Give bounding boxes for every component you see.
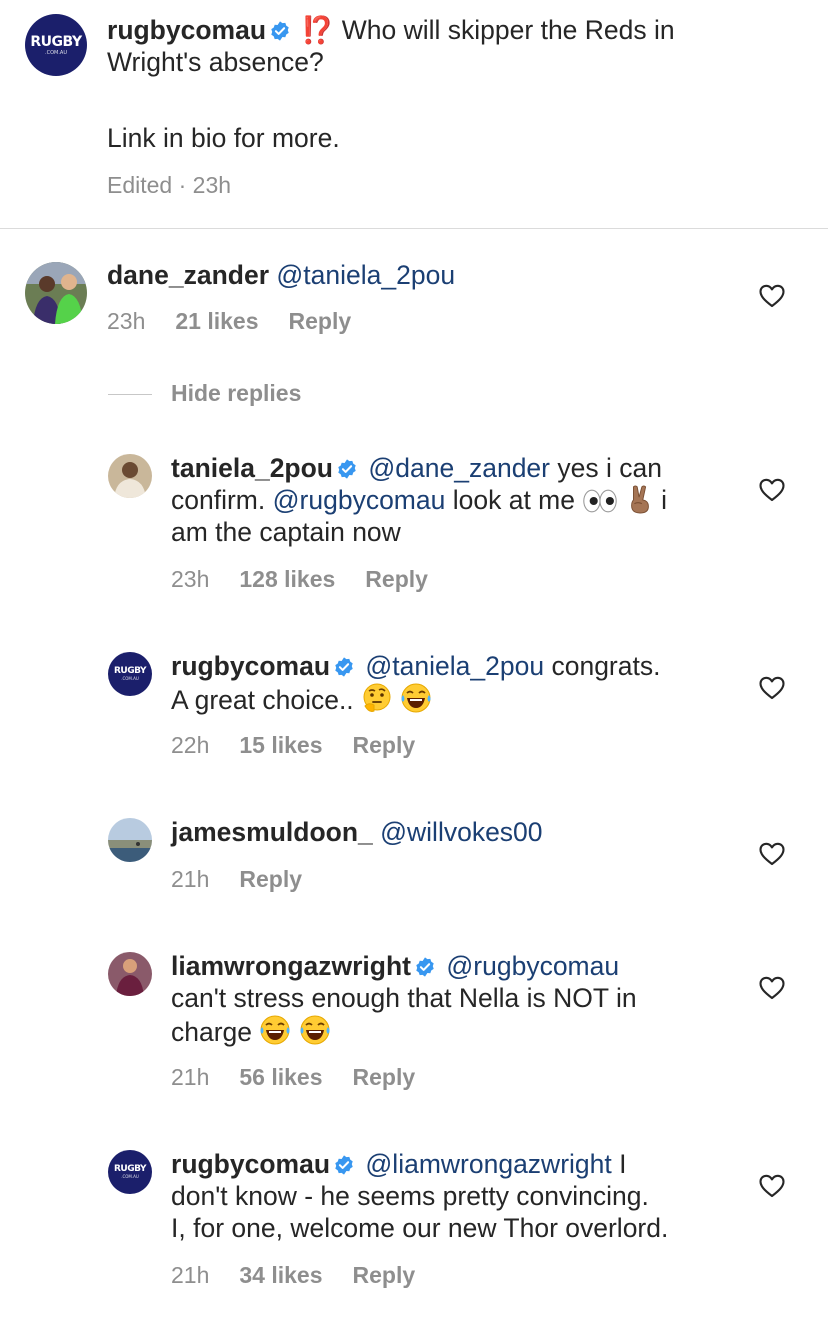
reply-text: rugbycomau @taniela_2pou congrats. A gre…: [171, 650, 731, 716]
mention-link[interactable]: @dane_zander: [368, 453, 550, 483]
like-heart-icon[interactable]: [759, 976, 785, 1000]
thinking-emoji-icon: [361, 682, 393, 714]
reply-username[interactable]: taniela_2pou: [171, 453, 333, 483]
caption-avatar[interactable]: RUGBY .COM.AU: [25, 14, 87, 76]
avatar-logo-text: RUGBY: [113, 666, 147, 676]
avatar-logo-text: RUGBY: [30, 33, 82, 50]
comment-time: 23h: [107, 308, 146, 334]
player-photo-icon: [108, 952, 152, 996]
reply-meta: 21h 56 likes Reply: [171, 1064, 445, 1091]
like-heart-icon[interactable]: [759, 1174, 785, 1198]
reply-button[interactable]: Reply: [365, 566, 428, 592]
laughing-emoji-icon: [299, 1014, 331, 1046]
reply-button[interactable]: Reply: [289, 308, 352, 334]
like-heart-icon[interactable]: [759, 676, 785, 700]
mention-link[interactable]: @liamwrongazwright: [365, 1149, 611, 1179]
reply-text: liamwrongazwright @rugbycomau can't stre…: [171, 950, 741, 1048]
mention-link[interactable]: @rugbycomau: [273, 485, 446, 515]
mention-link[interactable]: @taniela_2pou: [365, 651, 544, 681]
avatar-rugbycomau[interactable]: RUGBY .COM.AU: [108, 1150, 152, 1194]
reply-text: taniela_2pou @dane_zander yes i can conf…: [171, 452, 731, 548]
like-heart-icon[interactable]: [759, 284, 785, 308]
landscape-photo-icon: [108, 818, 152, 862]
avatar-logo-text: RUGBY: [113, 1164, 147, 1174]
reply-text: rugbycomau @liamwrongazwright I don't kn…: [171, 1148, 751, 1244]
like-heart-icon[interactable]: [759, 478, 785, 502]
verified-icon: [333, 1154, 355, 1176]
likes-count[interactable]: 34 likes: [239, 1262, 322, 1288]
avatar-liamwrongazwright[interactable]: [108, 952, 152, 996]
reply-time: 22h: [171, 732, 210, 758]
reply-text-part: don't know - he seems pretty convincing.: [171, 1181, 649, 1211]
avatar-logo-subtext: .COM.AU: [121, 676, 139, 681]
likes-count[interactable]: 21 likes: [175, 308, 258, 334]
reply-text-part: congrats.: [551, 651, 661, 681]
avatar-jamesmuldoon[interactable]: [108, 818, 152, 862]
player-photo-icon: [25, 262, 87, 324]
verified-icon: [414, 956, 436, 978]
avatar-dane-zander[interactable]: [25, 262, 87, 324]
verified-icon: [336, 458, 358, 480]
caption-username[interactable]: rugbycomau: [107, 15, 266, 45]
reply-button[interactable]: Reply: [353, 732, 416, 758]
verified-icon: [333, 656, 355, 678]
avatar-logo-subtext: .COM.AU: [45, 49, 67, 56]
reply-text-part: am the captain now: [171, 517, 401, 547]
reply-meta: 23h 128 likes Reply: [171, 566, 458, 593]
caption-line3: Link in bio for more.: [107, 123, 340, 153]
comment-meta: 23h 21 likes Reply: [107, 308, 381, 335]
comment-username[interactable]: dane_zander: [107, 260, 269, 290]
caption-line1: Who will skipper the Reds in: [341, 15, 675, 45]
hide-replies-button[interactable]: Hide replies: [171, 380, 301, 407]
caption-meta: Edited · 23h: [107, 172, 232, 198]
interrobang-emoji-icon: ⁉️: [301, 15, 335, 45]
reply-text-part: I: [619, 1149, 627, 1179]
reply-time: 21h: [171, 866, 210, 892]
mention-link[interactable]: @taniela_2pou: [276, 260, 455, 290]
avatar-rugbycomau[interactable]: RUGBY .COM.AU: [108, 652, 152, 696]
reply-meta: 22h 15 likes Reply: [171, 732, 445, 759]
reply-text-part: I, for one, welcome our new Thor overlor…: [171, 1213, 669, 1243]
avatar-logo-subtext: .COM.AU: [121, 1174, 139, 1179]
reply-text-part: A great choice..: [171, 685, 354, 715]
reply-button[interactable]: Reply: [353, 1262, 416, 1288]
reply-username[interactable]: rugbycomau: [171, 1149, 330, 1179]
reply-time: 23h: [171, 566, 210, 592]
hide-replies-line: [108, 394, 152, 395]
avatar-taniela-2pou[interactable]: [108, 454, 152, 498]
reply-time: 21h: [171, 1064, 210, 1090]
caption-text: rugbycomau ⁉️ Who will skipper the Reds …: [107, 14, 807, 154]
reply-text-part: charge: [171, 1017, 253, 1047]
reply-text: jamesmuldoon_ @willvokes00: [171, 816, 731, 848]
likes-count[interactable]: 15 likes: [239, 732, 322, 758]
reply-meta: 21h Reply: [171, 866, 332, 893]
reply-text-part: can't stress enough that Nella is NOT in: [171, 983, 637, 1013]
reply-button[interactable]: Reply: [239, 866, 302, 892]
reply-username[interactable]: liamwrongazwright: [171, 951, 411, 981]
reply-username[interactable]: rugbycomau: [171, 651, 330, 681]
laughing-emoji-icon: [259, 1014, 291, 1046]
reply-username[interactable]: jamesmuldoon_: [171, 817, 373, 847]
reply-text-part: confirm.: [171, 485, 266, 515]
reply-button[interactable]: Reply: [353, 1064, 416, 1090]
likes-count[interactable]: 128 likes: [239, 566, 335, 592]
mention-link[interactable]: @rugbycomau: [446, 951, 619, 981]
mention-link[interactable]: @willvokes00: [380, 817, 542, 847]
caption-divider: [0, 228, 828, 229]
reply-meta: 21h 34 likes Reply: [171, 1262, 445, 1289]
likes-count[interactable]: 56 likes: [239, 1064, 322, 1090]
victory-hand-emoji-icon: [626, 484, 654, 514]
comment-text: dane_zander @taniela_2pou: [107, 259, 727, 291]
caption-line2: Wright's absence?: [107, 47, 324, 77]
reply-text-part: look at me: [452, 485, 575, 515]
eyes-emoji-icon: [582, 488, 618, 514]
laughing-emoji-icon: [400, 682, 432, 714]
reply-text-part: yes i can: [557, 453, 662, 483]
verified-icon: [269, 20, 291, 42]
like-heart-icon[interactable]: [759, 842, 785, 866]
profile-photo-icon: [108, 454, 152, 498]
reply-text-part: i: [661, 485, 668, 515]
reply-time: 21h: [171, 1262, 210, 1288]
